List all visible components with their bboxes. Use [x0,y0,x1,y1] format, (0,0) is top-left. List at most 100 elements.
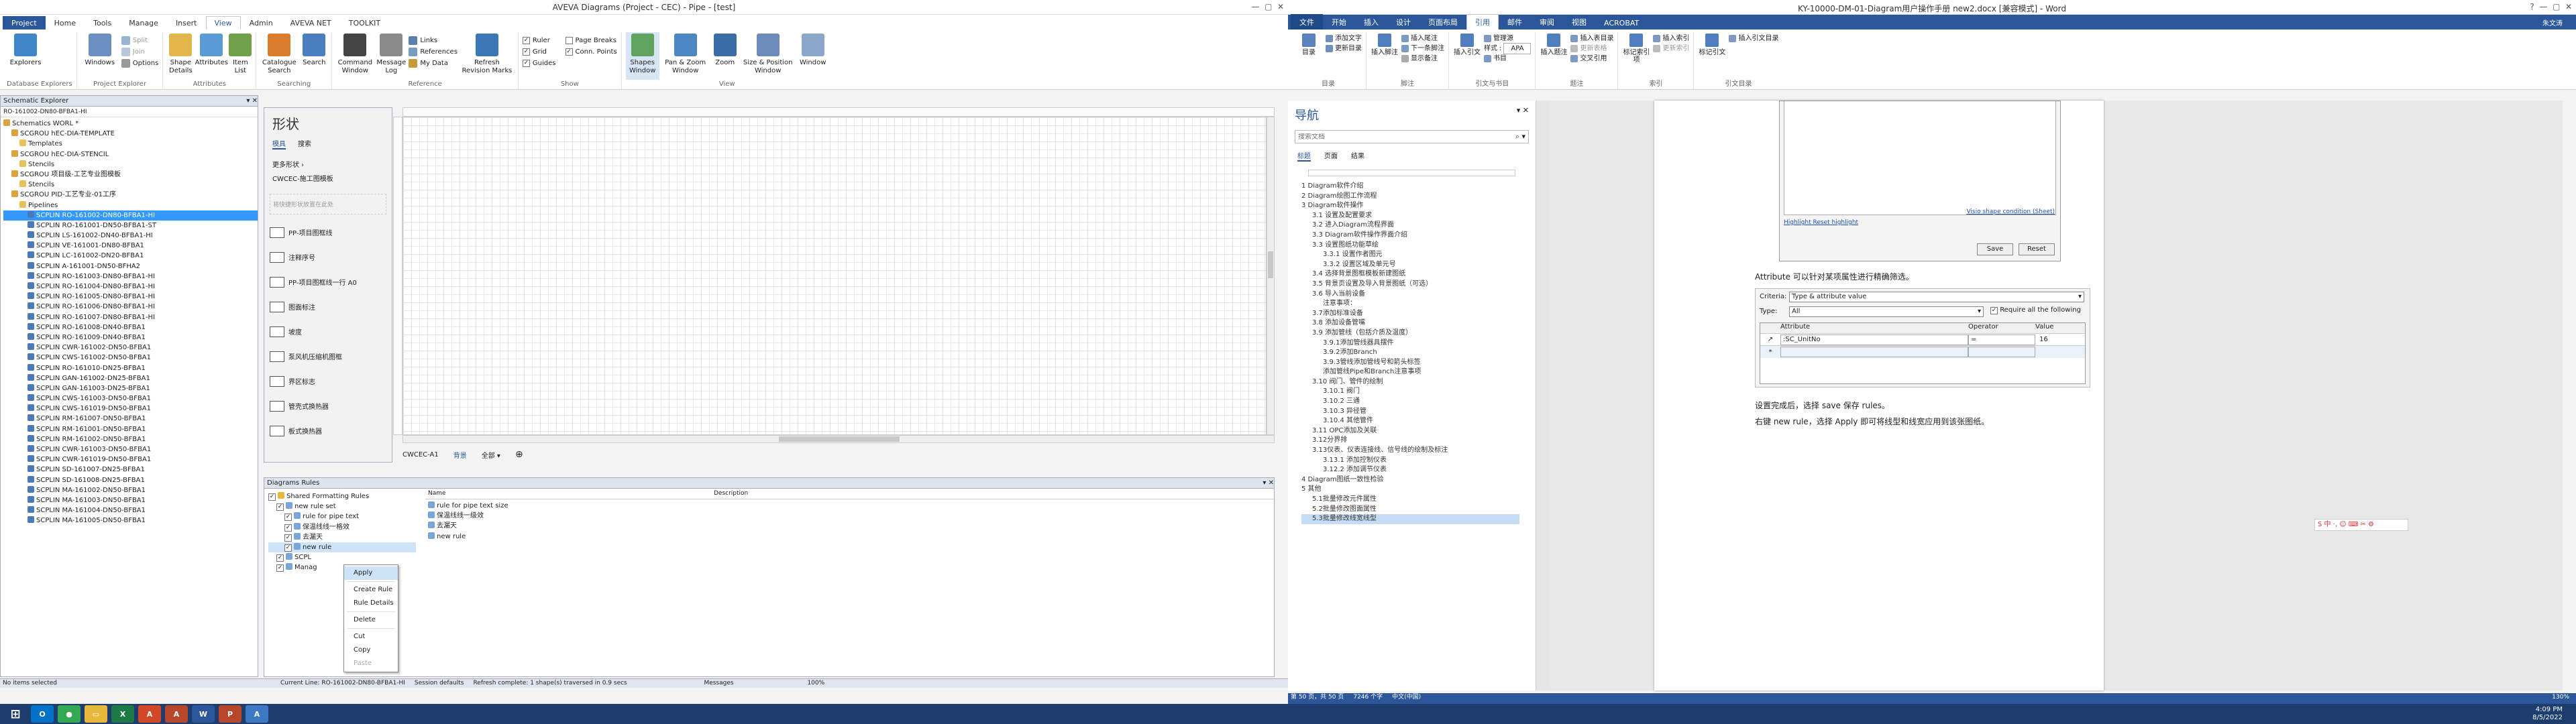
schematic-tree-item[interactable]: SCPLIN CWS-161002-DN50-BFBA1 [3,353,258,363]
grid-operator-cell[interactable]: = [1968,334,2035,345]
guides-checkbox[interactable]: ✓ Guides [522,58,556,69]
status-word-zoom[interactable]: 130% [2552,693,2576,704]
schematic-tree-item[interactable]: SCPLIN VE-161001-DN80-BFBA1 [3,241,258,251]
shape-stencil-item[interactable]: 注释序号 [264,245,392,269]
options-button[interactable]: Options [121,58,158,69]
nav-heading-item[interactable]: 3.12.2 添加调节仪表 [1301,465,1519,475]
nav-heading-item[interactable]: 5.2批量修改图面属性 [1301,505,1519,515]
nav-heading-item[interactable]: 3.1 设置及配置要求 [1301,211,1519,221]
excel-icon[interactable]: X [111,705,134,723]
schematic-tree-item[interactable]: SCPLIN MA-161004-DN50-BFBA1 [3,505,258,516]
nav-heading-item[interactable]: 3.9.3管线添加管线号和箭头标签 [1301,358,1519,368]
command-window-button[interactable]: Command Window [336,32,374,80]
rules-tree-item[interactable]: ✓ Shared Formatting Rules [268,491,416,501]
nav-close-icon[interactable]: ▾ ✕ [1517,106,1529,123]
nav-heading-item[interactable]: 3.5 背景页设置及导入背景图纸（可选） [1301,280,1519,290]
schematic-tree-item[interactable]: SCPLIN CWR-161019-DN50-BFBA1 [3,455,258,465]
schematic-tree-item[interactable]: SCPLIN MA-161005-DN50-BFBA1 [3,516,258,526]
conn-points-checkbox[interactable]: ✓ Conn. Points [565,46,617,58]
file-explorer-icon[interactable]: ▭ [85,705,107,723]
add-page-icon[interactable]: ⊕ [515,449,523,460]
message-log-button[interactable]: Message Log [376,32,406,80]
item-list-button[interactable]: Item List [229,32,252,80]
insert-endnote-button[interactable]: 插入尾注 [1401,34,1444,44]
nav-heading-item[interactable]: 3.13仪表、仪表连接线、信号线的绘制及标注 [1301,446,1519,456]
menu-create-rule[interactable]: Create Rule [344,583,398,597]
schematic-tree-item[interactable]: SCPLIN RO-161002-DN80-BFBA1-HI [3,210,258,221]
word-user[interactable]: 朱文涛 [2542,17,2563,27]
nav-search-box[interactable]: ⌕ ▾ [1295,130,1529,143]
schematic-tree-item[interactable]: SCPLIN A-161001-DN50-BFHA2 [3,261,258,272]
schematic-tree-item[interactable]: SCGROU hEC-DIA-TEMPLATE [3,129,258,139]
criteria-select[interactable]: Type & attribute value ▾ [1789,292,2084,302]
catalogue-search-button[interactable]: Catalogue Search [260,32,298,80]
more-shapes-link[interactable]: 更多形状 › [264,149,392,172]
grid-checkbox[interactable]: ✓ Grid [522,46,556,58]
tab-home[interactable]: Home [46,16,85,29]
page-tab-cwcec-a1[interactable]: CWCEC-A1 [402,451,439,459]
nav-heading-item[interactable]: 3.8 添加设备管嘴 [1301,318,1519,328]
nav-heading-item[interactable]: 3.10.3 异径管 [1301,407,1519,417]
rules-tree-item[interactable]: ✓ 保温线线一格效 [268,522,416,532]
grid-attribute-cell[interactable]: :SC_UnitNo [1780,334,1968,345]
schematic-tree-item[interactable]: SCPLIN CWS-161019-DN50-BFBA1 [3,404,258,414]
schematic-tree-item[interactable]: SCPLIN RM-161002-DN50-BFBA1 [3,434,258,444]
panel-pin-close-icon[interactable]: ▾ ✕ [246,96,258,106]
search-icon[interactable]: ⌕ ▾ [1515,132,1525,141]
windows-button[interactable]: Windows [81,32,119,80]
tab-manage[interactable]: Manage [120,16,167,29]
schematic-tree-item[interactable]: Stencils [3,160,258,170]
shape-details-button[interactable]: Shape Details [167,32,194,80]
tab-insert[interactable]: Insert [167,16,206,29]
schematic-tree-item[interactable]: SCGROU hEC-DIA-STENCIL [3,149,258,160]
nav-heading-item[interactable]: 3.9.1添加管线器具摆件 [1301,339,1519,349]
word-window-controls[interactable]: ? — ▢ ✕ [2530,2,2572,11]
schematic-tree-item[interactable]: SCPLIN LS-161002-DN40-BFBA1-HI [3,231,258,241]
shape-stencil-item[interactable]: 板式换热器 [264,418,392,443]
references-button[interactable]: References [409,46,458,58]
nav-heading-item[interactable]: 3.7添加标准设备 [1301,309,1519,319]
shapes-tab-search[interactable]: 搜索 [298,138,311,149]
bibliography-button[interactable]: 书目 [1484,54,1531,64]
ime-toolbar[interactable]: S 中 ·, ☺ ⌨ ✂ ⚙ [2314,519,2408,531]
shapes-window-button[interactable]: Shapes Window [625,32,659,80]
schematic-tree-item[interactable]: SCPLIN RO-161008-DN40-BFBA1 [3,322,258,333]
schematic-tree-item[interactable]: SCPLIN RO-161007-DN80-BFBA1-HI [3,312,258,322]
rules-list-item[interactable]: 保温线线一级效 [428,511,710,521]
word-tab-review[interactable]: 审阅 [1531,14,1563,29]
schematic-tree-item[interactable]: SCPLIN MA-161003-DN50-BFBA1 [3,495,258,505]
schematic-tree-item[interactable]: Schematics WORL * [3,119,258,129]
rule-checkbox[interactable]: ✓ [284,514,292,522]
toc-button[interactable]: 目录 [1295,32,1323,80]
shape-stencil-item[interactable]: 图面标注 [264,294,392,319]
type-select[interactable]: All ▾ [1789,306,1984,317]
tab-admin[interactable]: Admin [241,16,282,29]
schematic-tree-item[interactable]: SCPLIN MA-161002-DN50-BFBA1 [3,485,258,495]
update-index-button[interactable]: 更新索引 [1653,44,1689,54]
window-button[interactable]: Window [798,32,828,80]
schematic-tree-item[interactable]: SCPLIN GAN-161003-DN25-BFBA1 [3,383,258,394]
rules-tree-item[interactable]: ✓ rule for pipe text [268,511,416,522]
manage-sources-button[interactable]: 管理源 [1484,34,1531,44]
nav-heading-item[interactable]: 添加管线Pipe和Branch注意事项 [1301,367,1519,377]
insert-citation-button[interactable]: 插入引文 [1453,32,1481,80]
powerpoint-icon[interactable]: P [219,705,241,723]
grid-value-cell[interactable]: 16 [2035,336,2048,343]
quick-shapes-stencil[interactable]: CWCEC-施工图模板 [264,172,392,184]
aveva-window-controls[interactable]: — ▢ ✕ [1251,2,1284,11]
rule-checkbox[interactable]: ✓ [276,503,284,511]
schematic-tree-item[interactable]: SCPLIN RO-161005-DN80-BFBA1-HI [3,292,258,302]
nav-heading-item[interactable]: 3.3.2 设置区域及单元号 [1301,260,1519,270]
menu-cut[interactable]: Cut [344,630,398,644]
nav-heading-item[interactable]: 3.6 导入当前设备 [1301,290,1519,300]
nav-heading-item[interactable]: 注意事项： [1301,299,1519,309]
rule-checkbox[interactable]: ✓ [268,493,276,501]
shape-stencil-item[interactable]: PP-项目图框线一行 A0 [264,269,392,294]
canvas-vertical-scrollbar[interactable] [1267,117,1275,435]
nav-scrollbar[interactable] [1536,101,1550,690]
rule-checkbox[interactable]: ✓ [284,534,292,542]
status-page[interactable]: 第 50 页，共 50 页 [1291,693,1344,704]
rule-checkbox[interactable]: ✓ [284,524,292,532]
shape-stencil-item[interactable]: 管壳式换热器 [264,394,392,418]
save-button[interactable]: Save [1977,243,2013,255]
